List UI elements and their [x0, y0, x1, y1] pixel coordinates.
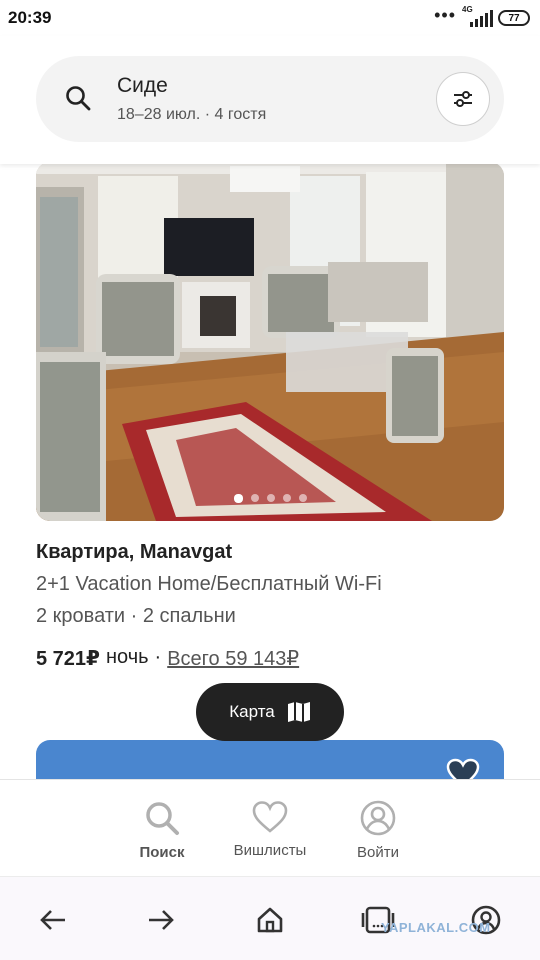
signal-icon: 4G: [462, 5, 493, 27]
pager-dot: [282, 494, 291, 502]
total-price-link[interactable]: Всего 59 143₽: [167, 646, 299, 671]
search-location: Сиде: [117, 74, 168, 97]
search-icon: [66, 86, 91, 111]
search-details: 18–28 июл. · 4 гостя: [117, 106, 267, 123]
home-button[interactable]: [253, 903, 287, 937]
map-button-label: Карта: [229, 702, 275, 721]
pager-dot: [266, 494, 275, 502]
status-time: 20:39: [8, 8, 52, 27]
user-circle-icon: [360, 800, 396, 836]
back-button[interactable]: [36, 903, 70, 937]
tab-login[interactable]: Войти: [328, 800, 428, 861]
filter-button[interactable]: [436, 72, 490, 126]
watermark: YAPLAKAL.COM: [381, 920, 491, 935]
status-icons: ••• 4G 77: [434, 5, 530, 28]
photo-pager: [36, 494, 504, 503]
listing-photo-carousel[interactable]: [36, 162, 504, 521]
browser-nav-bar: [0, 876, 540, 960]
pager-dot: [298, 494, 307, 502]
search-icon: [146, 802, 179, 835]
pager-dot: [250, 494, 259, 502]
listing-name: 2+1 Vacation Home/Бесплатный Wi-Fi: [36, 573, 382, 595]
filter-sliders-icon: [454, 91, 472, 107]
listing-beds: 2 кровати · 2 спальни: [36, 605, 236, 627]
price-separator: ·: [154, 646, 162, 668]
map-button[interactable]: Карта: [196, 683, 344, 741]
forward-button[interactable]: [144, 903, 178, 937]
nightly-price: 5 721₽: [36, 648, 100, 670]
search-header: Сиде 18–28 июл. · 4 гостя: [0, 36, 540, 164]
status-bar: 20:39 ••• 4G 77: [0, 0, 540, 36]
listing-photo: [36, 162, 504, 521]
tab-wishlists[interactable]: Вишлисты: [220, 800, 320, 859]
map-icon: [287, 702, 310, 722]
tab-login-label: Войти: [357, 844, 399, 861]
bottom-tab-bar: Поиск Вишлисты Войти: [0, 779, 540, 876]
tab-search-label: Поиск: [139, 844, 185, 861]
search-bar[interactable]: Сиде 18–28 июл. · 4 гостя: [36, 56, 504, 142]
tab-wishlists-label: Вишлисты: [233, 842, 307, 859]
forward-arrow-icon: [149, 910, 174, 930]
more-dots-icon: •••: [434, 5, 456, 25]
tab-search[interactable]: Поиск: [112, 800, 212, 861]
back-arrow-icon: [40, 910, 65, 930]
listing-price-row: 5 721₽ ночь · Всего 59 143₽: [36, 646, 299, 671]
pager-dot-active: [233, 494, 243, 503]
price-per-night: ночь: [105, 646, 149, 668]
heart-icon: [252, 801, 288, 833]
listing-title[interactable]: Квартира, Manavgat: [36, 541, 232, 564]
battery-icon: 77: [498, 10, 530, 26]
home-icon: [257, 907, 283, 933]
